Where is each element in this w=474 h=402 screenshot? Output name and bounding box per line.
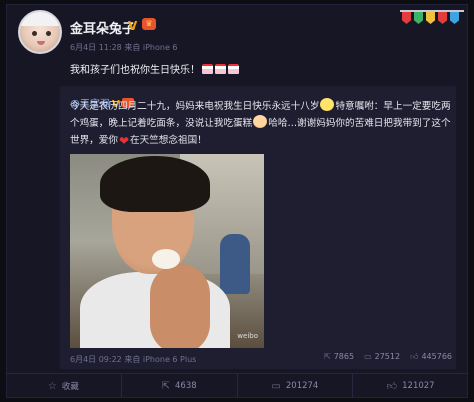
repost-stats: ⇱ 7865 ▭ 27512 👍︎ 445766 <box>324 352 452 362</box>
photo-hand <box>150 264 210 348</box>
comment-icon: ▭ <box>364 352 372 361</box>
avatar-eye <box>32 31 37 36</box>
post-author[interactable]: 金耳朵兔子 <box>70 18 135 37</box>
repost-text-part: 今天是农历四月二十九，妈妈来电祝我生日快乐永远十八岁 <box>70 101 320 112</box>
hug-emoji-icon <box>253 115 268 128</box>
member-crown-icon: ♛ <box>142 18 156 30</box>
photo-watermark: weibo <box>237 332 258 340</box>
like-button[interactable]: 👍︎ 121027 <box>353 374 468 398</box>
header-decoration <box>400 6 464 34</box>
like-icon: 👍︎ <box>410 352 419 361</box>
comment-button[interactable]: ▭ 201274 <box>238 374 354 398</box>
comment-icon: ▭ <box>271 380 281 392</box>
grin-emoji-icon <box>320 98 335 111</box>
heart-emoji-icon: ❤ <box>118 134 130 148</box>
like-count-value: 445766 <box>421 352 452 361</box>
repost-card: @王宝强 V 今天是农历四月二十九，妈妈来电祝我生日快乐永远十八岁 特意嘱咐：早上一… <box>60 86 456 369</box>
repost-count-value: 7865 <box>333 352 355 361</box>
cake-icon <box>202 64 213 74</box>
repost-button-count: 4638 <box>175 381 197 391</box>
favorite-label: 收藏 <box>61 382 79 392</box>
repost-text-part: 在天竺想念祖国！ <box>130 135 207 146</box>
avatar[interactable] <box>18 10 62 54</box>
favorite-button[interactable]: ☆ 收藏 <box>6 374 122 398</box>
star-icon: ☆ <box>47 380 57 392</box>
repost-button[interactable]: ⇱ 4638 <box>122 374 238 398</box>
photo-bun <box>152 249 180 269</box>
photo-background-person <box>220 234 250 294</box>
repost-text: 今天是农历四月二十九，妈妈来电祝我生日快乐永远十八岁 特意嘱咐：早上一定要吃两个鸡… <box>70 98 452 150</box>
avatar-eye <box>46 31 51 36</box>
avatar-hair <box>20 12 60 26</box>
like-button-count: 121027 <box>402 381 435 391</box>
repost-repost-count[interactable]: ⇱ 7865 <box>324 352 354 362</box>
repost-meta[interactable]: 6月4日 09:22 来自 iPhone 6 Plus <box>70 354 196 365</box>
repost-like-count[interactable]: 👍︎ 445766 <box>410 352 452 362</box>
avatar-mouth <box>37 41 45 45</box>
repost-icon: ⇱ <box>324 352 331 361</box>
post-text: 我和孩子们也祝你生日快乐！ <box>70 61 239 76</box>
repost-comment-count[interactable]: ▭ 27512 <box>364 352 400 362</box>
comment-count-value: 27512 <box>374 352 401 361</box>
comment-button-count: 201274 <box>285 381 319 391</box>
post-text-content: 我和孩子们也祝你生日快乐！ <box>70 65 200 76</box>
cake-icon <box>215 64 226 74</box>
post-photo[interactable]: weibo <box>70 154 264 348</box>
action-bar: ☆ 收藏 ⇱ 4638 ▭ 201274 👍︎ 121027 <box>6 373 468 398</box>
photo-hair <box>100 156 210 212</box>
post-meta[interactable]: 6月4日 11:28 来自 iPhone 6 <box>70 42 178 53</box>
repost-icon: ⇱ <box>161 380 170 392</box>
cake-icon <box>228 64 239 74</box>
verified-icon: V <box>128 19 138 33</box>
like-icon: 👍︎ <box>386 381 398 392</box>
